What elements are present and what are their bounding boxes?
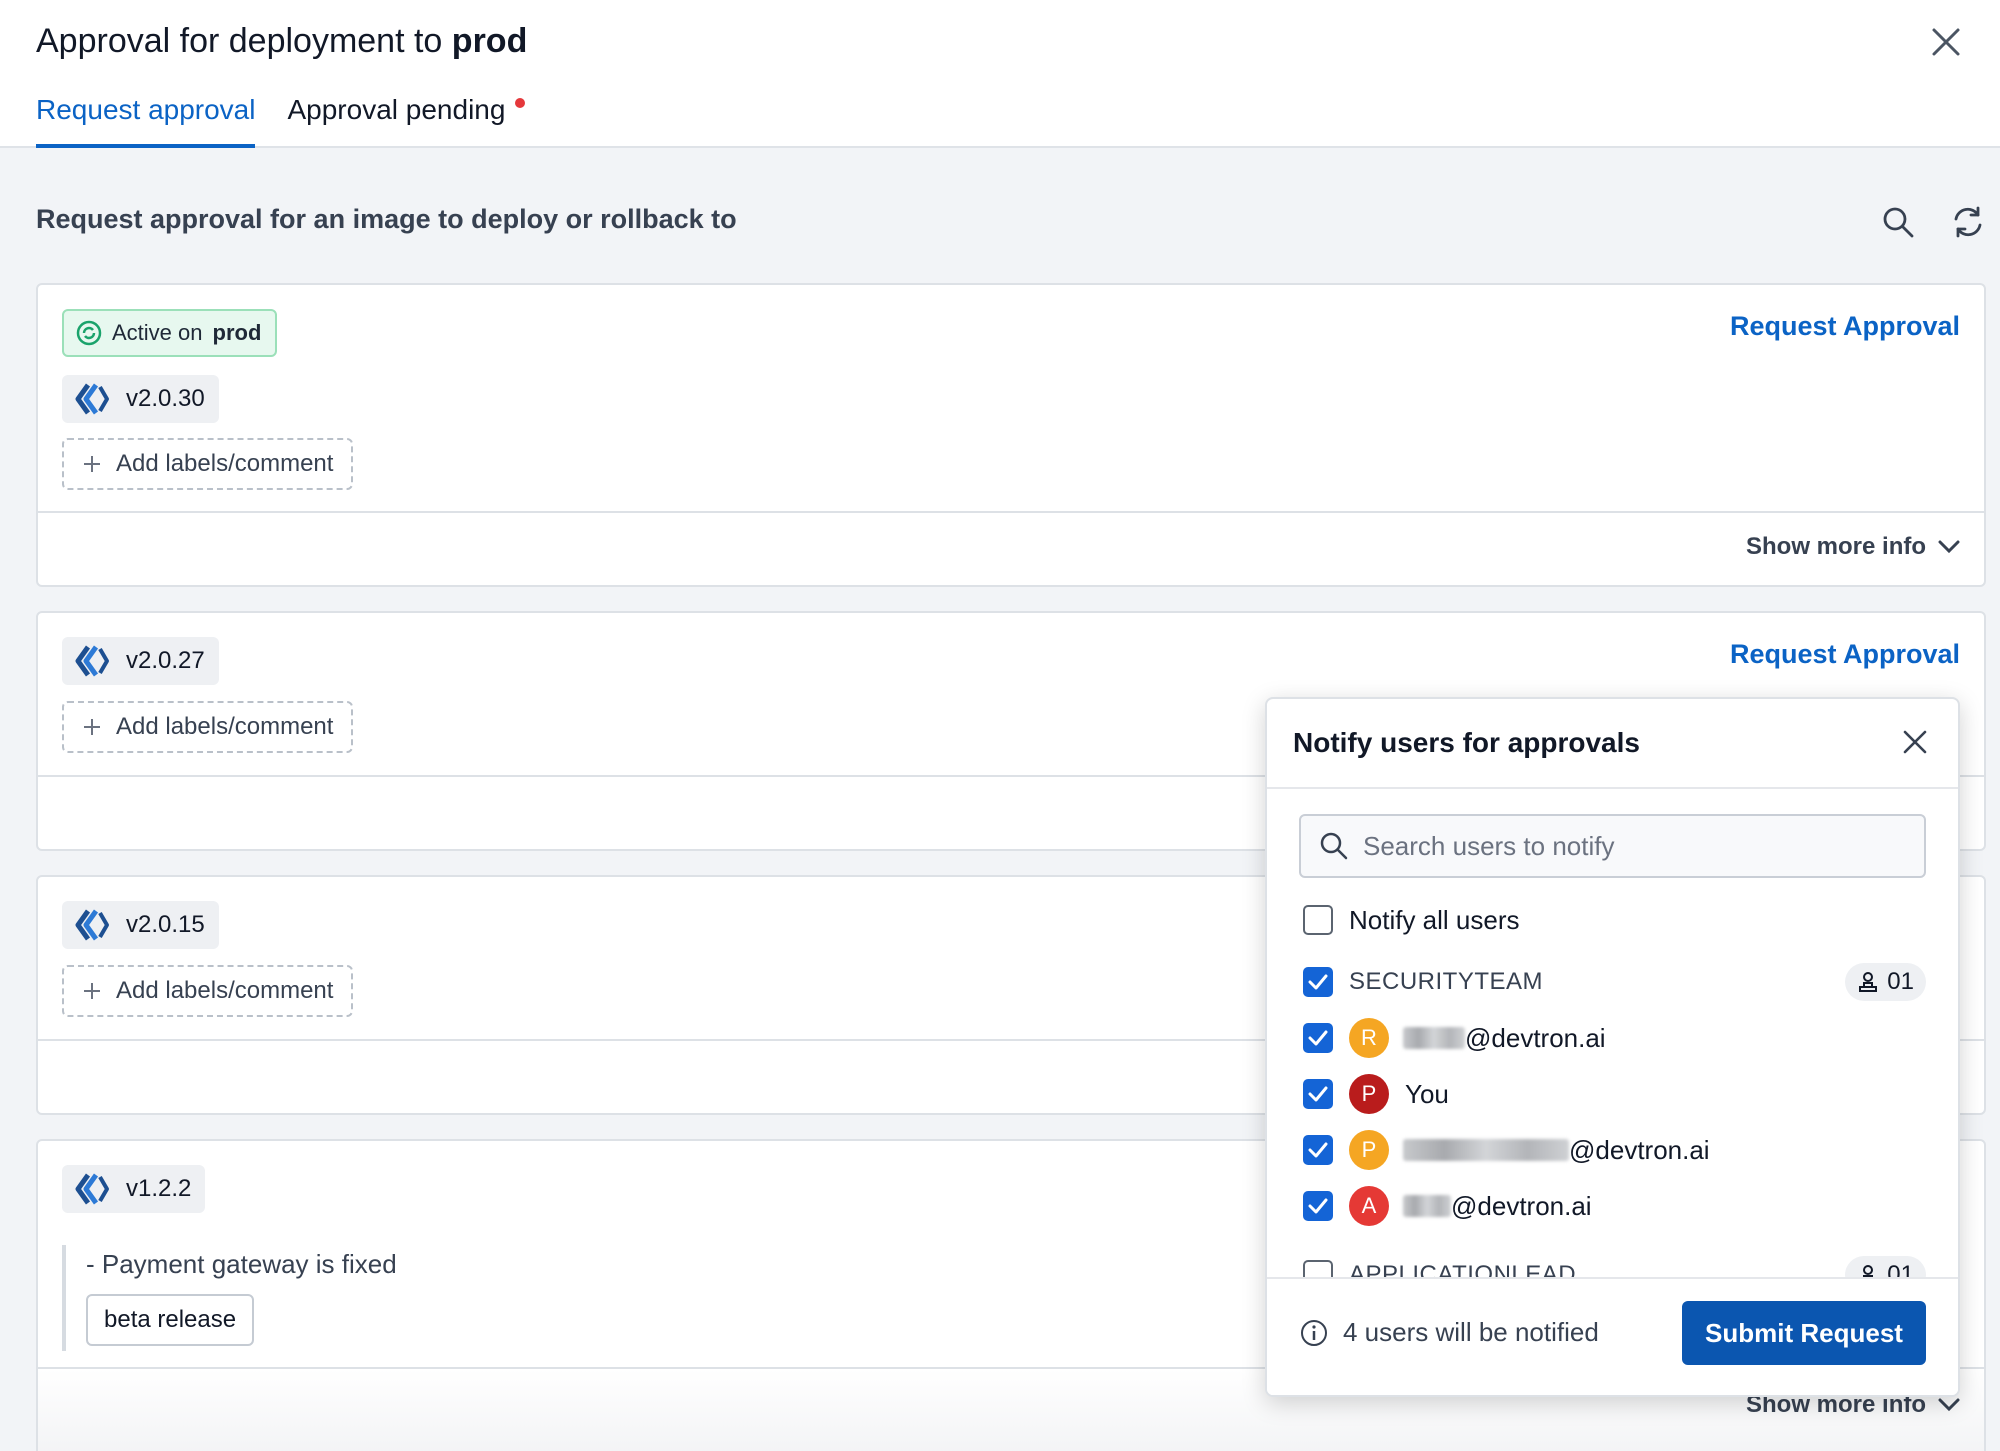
user-checkbox[interactable] (1303, 1079, 1333, 1109)
title-env: prod (451, 22, 528, 60)
request-approval-button[interactable]: Request Approval (1730, 311, 1960, 342)
add-labels-button[interactable]: Add labels/comment (62, 701, 354, 753)
close-icon[interactable] (1928, 24, 1964, 60)
devtron-logo-icon (75, 383, 109, 415)
check-icon (1308, 974, 1328, 990)
info-icon (1301, 1319, 1327, 1346)
plus-icon (84, 719, 100, 735)
add-labels-button[interactable]: Add labels/comment (62, 965, 354, 1017)
user-checkbox[interactable] (1303, 1191, 1333, 1221)
active-prefix: Active on (112, 320, 203, 345)
chevron-down-icon (1938, 540, 1960, 554)
user-icon (1859, 972, 1878, 992)
modal-header: Approval for deployment to prod Request … (0, 0, 2000, 148)
tab-approval-pending-label: Approval pending (287, 94, 506, 125)
notify-users-popover: Notify users for approvals Notify all us… (1265, 697, 1960, 1397)
tab-request-approval[interactable]: Request approval (36, 94, 256, 148)
chevron-down-icon (1938, 1398, 1960, 1412)
user-row[interactable]: P @devtron.ai (1303, 1130, 1926, 1170)
section-heading: Request approval for an image to deploy … (36, 204, 737, 234)
group-row-securityteam[interactable]: SECURITYTEAM 01 (1303, 962, 1926, 1002)
user-email: @devtron.ai (1451, 1190, 1592, 1221)
notify-all-label: Notify all users (1349, 904, 1520, 935)
redacted-username (1403, 1027, 1465, 1049)
user-checkbox[interactable] (1303, 1135, 1333, 1165)
request-approval-button[interactable]: Request Approval (1730, 639, 1960, 670)
check-icon (1308, 1198, 1328, 1214)
version-chip: v2.0.15 (62, 901, 219, 949)
user-row[interactable]: R @devtron.ai (1303, 1018, 1926, 1058)
submit-request-button[interactable]: Submit Request (1682, 1301, 1926, 1365)
refresh-icon[interactable] (1950, 204, 1986, 240)
card-footer: Show more info (38, 511, 1984, 585)
tab-approval-pending[interactable]: Approval pending (287, 94, 526, 148)
title-prefix: Approval for deployment to (36, 22, 443, 60)
user-email: @devtron.ai (1569, 1134, 1710, 1165)
popover-title: Notify users for approvals (1293, 727, 1640, 758)
check-icon (1308, 1086, 1328, 1102)
search-users-field[interactable] (1299, 814, 1926, 878)
user-checkbox[interactable] (1303, 1023, 1333, 1053)
notify-count-text: 4 users will be notified (1343, 1317, 1599, 1347)
active-status-badge: Active on prod (62, 309, 278, 357)
devtron-logo-icon (75, 1173, 109, 1205)
user-email: @devtron.ai (1465, 1022, 1606, 1053)
devtron-logo-icon (75, 645, 109, 677)
add-labels-label: Add labels/comment (116, 713, 334, 740)
group-count: 01 (1887, 968, 1914, 995)
image-tag[interactable]: beta release (86, 1294, 255, 1346)
plus-icon (84, 456, 100, 472)
user-email: You (1405, 1078, 1449, 1109)
tab-bar: Request approval Approval pending (36, 94, 526, 148)
image-card: Active on prod v2.0.30 Add labels/commen… (36, 283, 1986, 587)
add-labels-label: Add labels/comment (116, 977, 334, 1004)
version-chip: v2.0.27 (62, 637, 219, 685)
deployed-icon (76, 320, 102, 346)
add-labels-label: Add labels/comment (116, 450, 334, 477)
user-row[interactable]: P You (1303, 1074, 1926, 1114)
popover-footer: 4 users will be notified Submit Request (1267, 1277, 1958, 1395)
version-chip: v1.2.2 (62, 1165, 206, 1213)
avatar: P (1349, 1074, 1389, 1114)
page-title: Approval for deployment to prod (36, 22, 527, 61)
devtron-logo-icon (75, 909, 109, 941)
group-count-badge: 01 (1845, 963, 1926, 1001)
notify-all-row[interactable]: Notify all users (1303, 900, 1926, 940)
version-label: v2.0.27 (126, 647, 205, 674)
redacted-username (1403, 1139, 1569, 1161)
avatar: A (1349, 1186, 1389, 1226)
show-more-label: Show more info (1746, 533, 1926, 560)
version-label: v2.0.30 (126, 385, 205, 412)
comment-text: - Payment gateway is fixed (86, 1249, 397, 1279)
search-icon[interactable] (1880, 204, 1916, 240)
notify-all-checkbox[interactable] (1303, 905, 1333, 935)
search-users-input[interactable] (1363, 830, 1923, 862)
pending-dot (515, 98, 526, 108)
check-icon (1308, 1142, 1328, 1158)
add-labels-button[interactable]: Add labels/comment (62, 438, 354, 490)
show-more-button[interactable]: Show more info (1746, 533, 1960, 561)
popover-header: Notify users for approvals (1267, 699, 1958, 789)
user-row[interactable]: A @devtron.ai (1303, 1186, 1926, 1226)
version-chip: v2.0.30 (62, 375, 219, 423)
version-label: v2.0.15 (126, 911, 205, 938)
redacted-username (1403, 1195, 1451, 1217)
version-label: v1.2.2 (126, 1175, 192, 1202)
group-checkbox[interactable] (1303, 967, 1333, 997)
avatar: P (1349, 1130, 1389, 1170)
notify-summary: 4 users will be notified (1299, 1317, 1599, 1348)
group-name: SECURITYTEAM (1349, 968, 1544, 995)
avatar: R (1349, 1018, 1389, 1058)
comment-block: - Payment gateway is fixed beta release (62, 1245, 397, 1351)
check-icon (1308, 1030, 1328, 1046)
active-env: prod (212, 320, 262, 345)
search-icon (1320, 832, 1348, 860)
close-icon[interactable] (1900, 727, 1930, 757)
plus-icon (84, 983, 100, 999)
